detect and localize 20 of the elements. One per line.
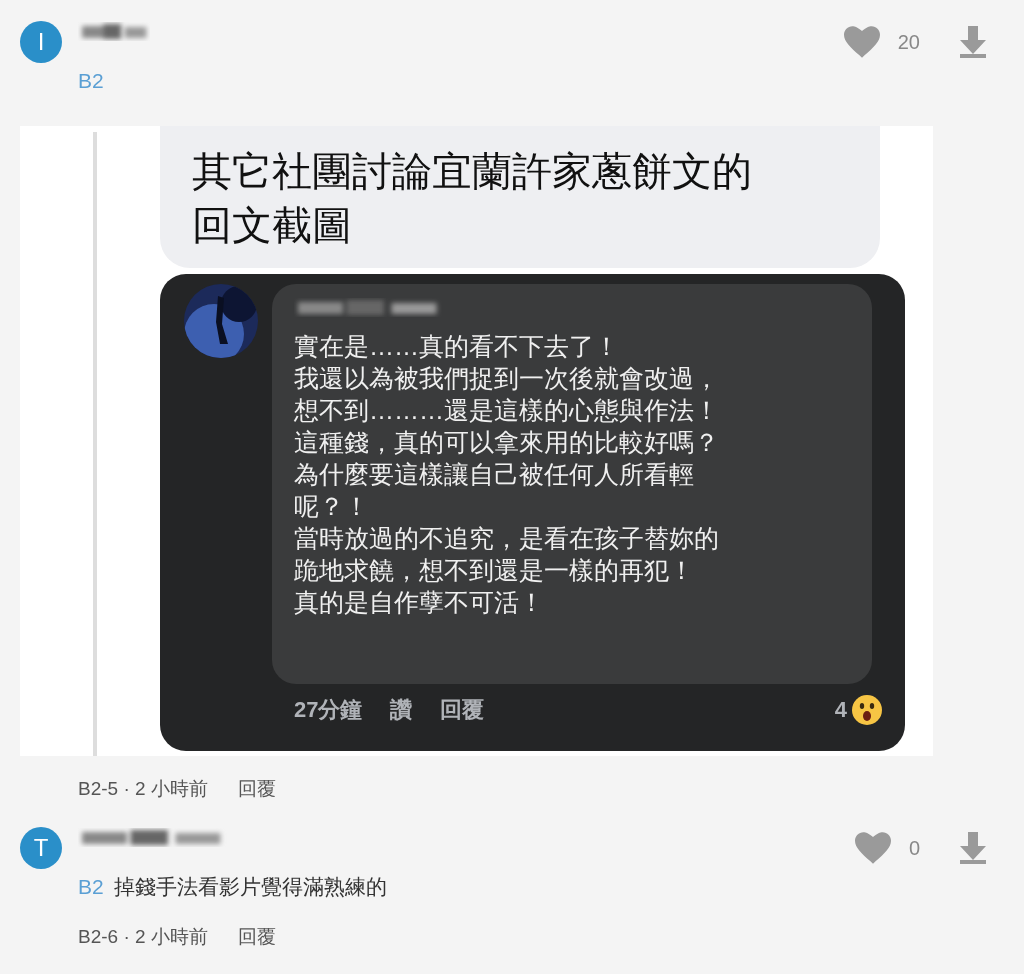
comment-text: 掉錢手法看影片覺得滿熟練的 [113, 874, 387, 900]
reply-link[interactable]: 回覆 [237, 776, 276, 802]
download-icon[interactable] [958, 832, 988, 864]
reaction-count: 4 [834, 697, 847, 723]
wow-emoji-icon [851, 694, 883, 726]
download-icon[interactable] [958, 26, 988, 58]
user-avatar[interactable]: T [20, 827, 62, 869]
comment-meta: B2-5 · 2 小時前 [78, 777, 208, 801]
comment-meta: B2-6 · 2 小時前 [78, 925, 208, 949]
reply-link[interactable]: 回覆 [237, 924, 276, 950]
like-count: 0 [908, 836, 920, 860]
caption-text: 其它社團討論宜蘭許家蔥餅文的 回文截圖 [192, 148, 752, 249]
post-action[interactable]: 讚 [390, 695, 413, 725]
post-text: 實在是……真的看不下去了！ 我還以為被我們捉到一次後就會改過， 想不到………還是這樣的心態與作法！ 這種錢，真的可以拿來用的比較好嗎？ 為什麼要這樣讓自己被任何人所看輕 呢？！ 當時放過的不追究，是看在孩子替妳的 跪地求饒，想不到還是一樣的再犯！ 真的是自作孽不可活！ [294, 331, 719, 618]
heart-icon[interactable] [843, 26, 880, 58]
post-action[interactable]: 回覆 [440, 695, 485, 725]
post-time: 27分鐘 [294, 696, 363, 724]
user-avatar[interactable]: I [20, 21, 62, 63]
like-count: 20 [897, 30, 920, 54]
heart-icon[interactable] [854, 832, 891, 864]
